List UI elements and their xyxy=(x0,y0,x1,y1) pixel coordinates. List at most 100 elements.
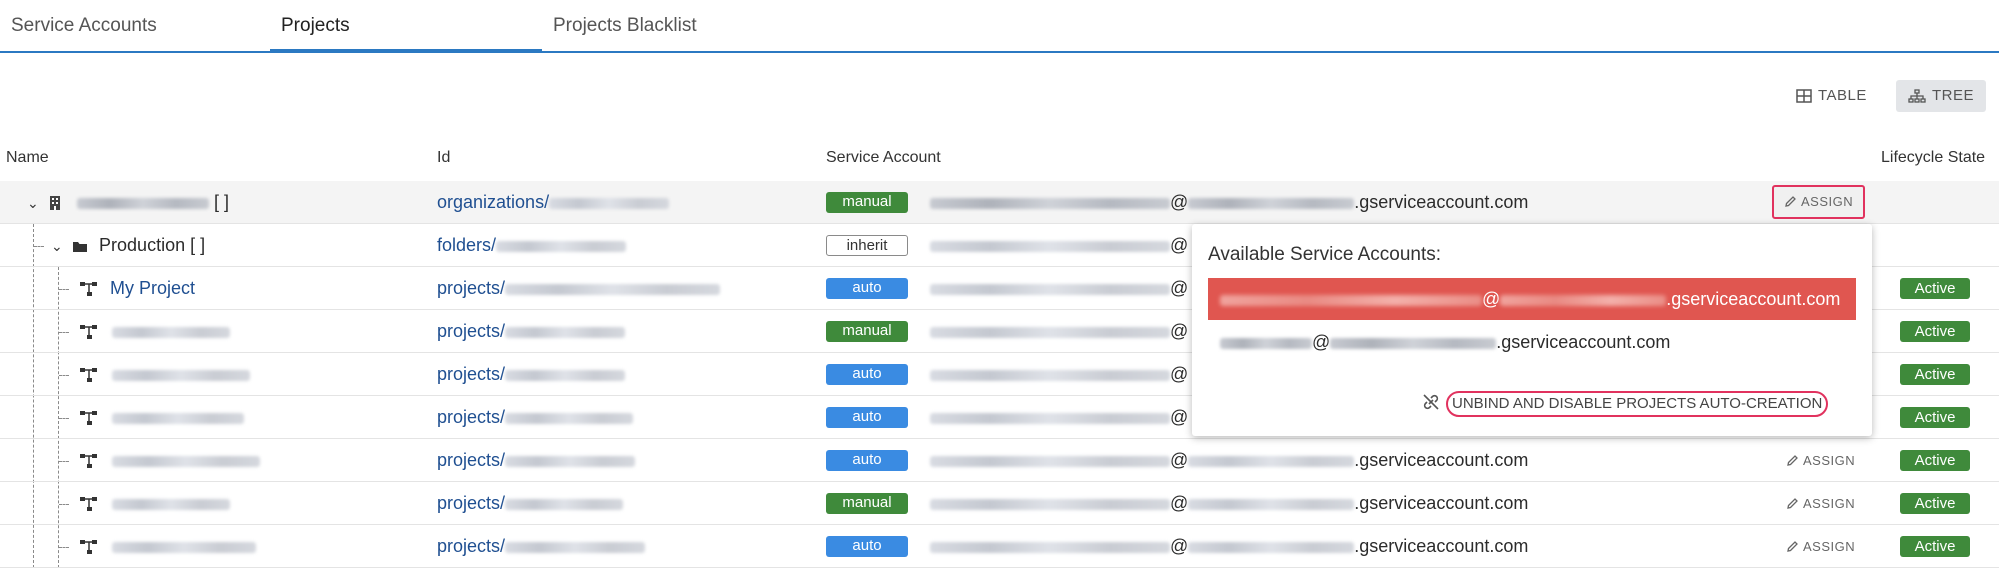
at-sign: @ xyxy=(1170,364,1189,384)
name-cell xyxy=(79,525,257,568)
chevron-down-icon[interactable]: ⌄ xyxy=(27,182,43,225)
sa-project-redacted xyxy=(1188,455,1355,467)
id-cell[interactable]: folders/ xyxy=(437,224,627,267)
project-name-redacted[interactable] xyxy=(112,326,231,338)
service-account-option[interactable]: @ .gserviceaccount.com xyxy=(1208,321,1856,363)
id-prefix: projects/ xyxy=(437,493,506,513)
id-cell[interactable]: projects/ xyxy=(437,310,626,353)
project-icon xyxy=(80,497,97,512)
column-header-id[interactable]: Id xyxy=(437,149,450,167)
option-user-redacted xyxy=(1220,294,1482,306)
at-sign: @ xyxy=(1482,289,1501,309)
tree-branch xyxy=(59,418,69,419)
lifecycle-state-badge: Active xyxy=(1900,364,1970,385)
project-name-redacted[interactable] xyxy=(112,498,231,510)
chevron-down-icon[interactable]: ⌄ xyxy=(51,225,67,268)
id-prefix: projects/ xyxy=(437,321,506,341)
assign-label: ASSIGN xyxy=(1803,539,1856,554)
project-name-redacted[interactable] xyxy=(112,541,257,553)
project-icon xyxy=(80,454,97,469)
table-row[interactable]: projects/ auto @ .gserviceaccount.com ASS… xyxy=(0,439,1999,482)
assign-label: ASSIGN xyxy=(1803,496,1856,511)
lifecycle-state-badge: Active xyxy=(1900,321,1970,342)
column-header-service-account[interactable]: Service Account xyxy=(826,149,941,167)
tab-bar: Service Accounts Projects Projects Black… xyxy=(0,0,1999,53)
table-icon xyxy=(1796,89,1812,103)
assign-button[interactable]: ASSIGN xyxy=(1786,450,1855,471)
assign-label: ASSIGN xyxy=(1801,194,1854,209)
sa-user-redacted xyxy=(930,283,1170,295)
table-row[interactable]: projects/ manual @ .gserviceaccount.com A… xyxy=(0,482,1999,525)
mode-badge: auto xyxy=(826,536,908,557)
tree-view-button[interactable]: TREE xyxy=(1896,80,1987,112)
at-sign: @ xyxy=(1170,407,1189,427)
assign-button[interactable]: ASSIGN xyxy=(1786,493,1855,514)
sa-user-redacted xyxy=(930,498,1170,510)
column-header-lifecycle-state[interactable]: Lifecycle State xyxy=(1881,149,1985,167)
id-redacted xyxy=(496,240,627,252)
id-redacted xyxy=(505,412,634,424)
id-redacted xyxy=(505,283,721,295)
at-sign: @ xyxy=(1170,192,1189,212)
id-cell[interactable]: projects/ xyxy=(437,353,626,396)
assign-button[interactable]: ASSIGN xyxy=(1786,536,1855,557)
id-prefix: projects/ xyxy=(437,364,506,384)
tab-projects-blacklist[interactable]: Projects Blacklist xyxy=(542,0,842,51)
service-account-cell: @ xyxy=(930,396,1188,439)
table-row[interactable]: ⌄ [ ] organizations/ manual @ .gserviceac… xyxy=(0,181,1999,224)
at-sign: @ xyxy=(1170,235,1189,255)
table-view-button[interactable]: TABLE xyxy=(1784,80,1879,112)
name-cell: ⌄ [ ] xyxy=(27,181,229,224)
mode-badge: auto xyxy=(826,407,908,428)
service-account-option-selected[interactable]: @ .gserviceaccount.com xyxy=(1208,278,1856,320)
pencil-icon xyxy=(1787,541,1798,552)
folder-name: Production xyxy=(99,235,186,255)
tree-branch xyxy=(59,461,69,462)
id-cell[interactable]: organizations/ xyxy=(437,181,670,224)
folder-count: [ ] xyxy=(190,235,206,255)
lifecycle-state-badge: Active xyxy=(1900,536,1970,557)
id-cell[interactable]: projects/ xyxy=(437,267,721,310)
sa-domain: .gserviceaccount.com xyxy=(1354,536,1529,556)
sa-domain: .gserviceaccount.com xyxy=(1354,493,1529,513)
id-cell[interactable]: projects/ xyxy=(437,396,634,439)
service-account-cell: @ xyxy=(930,267,1188,310)
id-prefix: projects/ xyxy=(437,278,506,298)
unbind-label: UNBIND AND DISABLE PROJECTS AUTO-CREATIO… xyxy=(1446,391,1829,417)
sa-domain: .gserviceaccount.com xyxy=(1354,450,1529,470)
org-name-redacted xyxy=(77,197,210,209)
sa-project-redacted xyxy=(1188,541,1355,553)
column-header-name[interactable]: Name xyxy=(6,149,49,167)
tab-projects[interactable]: Projects xyxy=(270,0,542,53)
at-sign: @ xyxy=(1170,536,1189,556)
id-cell[interactable]: projects/ xyxy=(437,439,636,482)
mode-badge: auto xyxy=(826,364,908,385)
id-prefix: projects/ xyxy=(437,450,506,470)
project-name-redacted[interactable] xyxy=(112,412,245,424)
project-icon xyxy=(80,540,97,555)
sa-user-redacted xyxy=(930,541,1170,553)
project-name-redacted[interactable] xyxy=(112,369,251,381)
id-cell[interactable]: projects/ xyxy=(437,525,646,568)
option-domain: .gserviceaccount.com xyxy=(1666,289,1841,309)
tree-view-label: TREE xyxy=(1932,87,1975,104)
id-cell[interactable]: projects/ xyxy=(437,482,624,525)
option-user-redacted xyxy=(1220,337,1312,349)
id-redacted xyxy=(505,498,624,510)
mode-badge: manual xyxy=(826,192,908,213)
tree-icon xyxy=(1908,89,1926,103)
mode-badge: auto xyxy=(826,450,908,471)
project-name[interactable]: My Project xyxy=(110,278,195,298)
assign-button[interactable]: ASSIGN xyxy=(1772,185,1866,219)
name-cell xyxy=(79,439,261,482)
mode-badge: manual xyxy=(826,493,908,514)
project-icon xyxy=(80,325,97,340)
lifecycle-state-badge: Active xyxy=(1900,407,1970,428)
name-cell xyxy=(79,396,245,439)
table-row[interactable]: projects/ auto @ .gserviceaccount.com ASS… xyxy=(0,525,1999,568)
unbind-button[interactable]: UNBIND AND DISABLE PROJECTS AUTO-CREATIO… xyxy=(1422,390,1829,418)
project-name-redacted[interactable] xyxy=(112,455,261,467)
lifecycle-state-badge: Active xyxy=(1900,450,1970,471)
pencil-icon xyxy=(1785,196,1796,207)
tab-service-accounts[interactable]: Service Accounts xyxy=(0,0,270,51)
